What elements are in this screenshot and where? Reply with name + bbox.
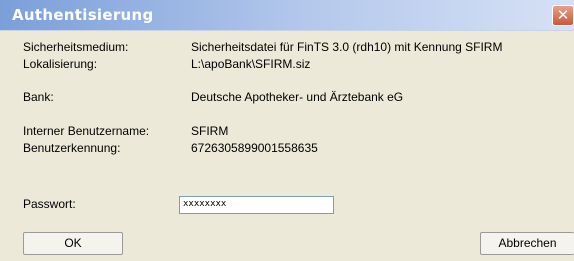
- security-medium-value: Sicherheitsdatei für FinTS 3.0 (rdh10) m…: [191, 40, 503, 54]
- title-bar[interactable]: Authentisierung ✕: [0, 0, 574, 31]
- internal-username-label: Interner Benutzername:: [23, 124, 150, 138]
- user-id-label: Benutzerkennung:: [23, 141, 121, 155]
- bank-label: Bank:: [23, 90, 54, 104]
- authentication-dialog: Authentisierung ✕ Sicherheitsmedium: Sic…: [0, 0, 574, 261]
- security-medium-label: Sicherheitsmedium:: [23, 40, 129, 54]
- location-label: Lokalisierung:: [23, 57, 98, 71]
- password-input[interactable]: xxxxxxxx: [179, 196, 334, 214]
- dialog-title: Authentisierung: [12, 6, 154, 24]
- user-id-value: 6726305899001558635: [191, 141, 318, 155]
- ok-button[interactable]: OK: [23, 232, 123, 255]
- internal-username-value: SFIRM: [191, 124, 229, 138]
- password-label: Passwort:: [23, 197, 76, 211]
- cancel-button[interactable]: Abbrechen: [480, 232, 574, 255]
- location-value: L:\apoBank\SFIRM.siz: [191, 57, 311, 71]
- close-icon[interactable]: ✕: [552, 5, 574, 26]
- bank-value: Deutsche Apotheker- und Ärztebank eG: [191, 90, 404, 104]
